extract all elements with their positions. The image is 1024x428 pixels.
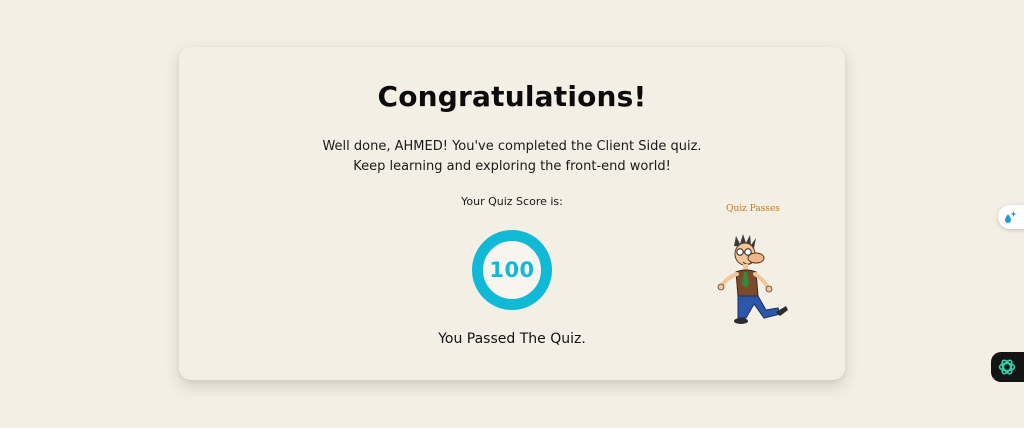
sparkle-drop-icon [1005,211,1017,223]
chatgpt-icon [998,359,1016,375]
score-value: 100 [489,258,535,282]
result-card: Congratulations! Well done, AHMED! You'v… [179,47,845,380]
page-title: Congratulations! [377,80,647,113]
mascot-image: Quiz Passes [710,204,796,334]
page: Congratulations! Well done, AHMED! You'v… [0,0,1024,428]
message-line-2: Keep learning and exploring the front-en… [353,159,671,174]
side-extension-button[interactable] [998,205,1024,229]
score-ring: 100 [472,230,552,310]
message-line-1: Well done, AHMED! You've completed the C… [322,139,702,154]
professor-cartoon-icon [717,234,788,324]
completion-message: Well done, AHMED! You've completed the C… [179,137,845,177]
assistant-launcher-button[interactable] [991,352,1024,382]
mascot-caption: Quiz Passes [726,204,780,214]
